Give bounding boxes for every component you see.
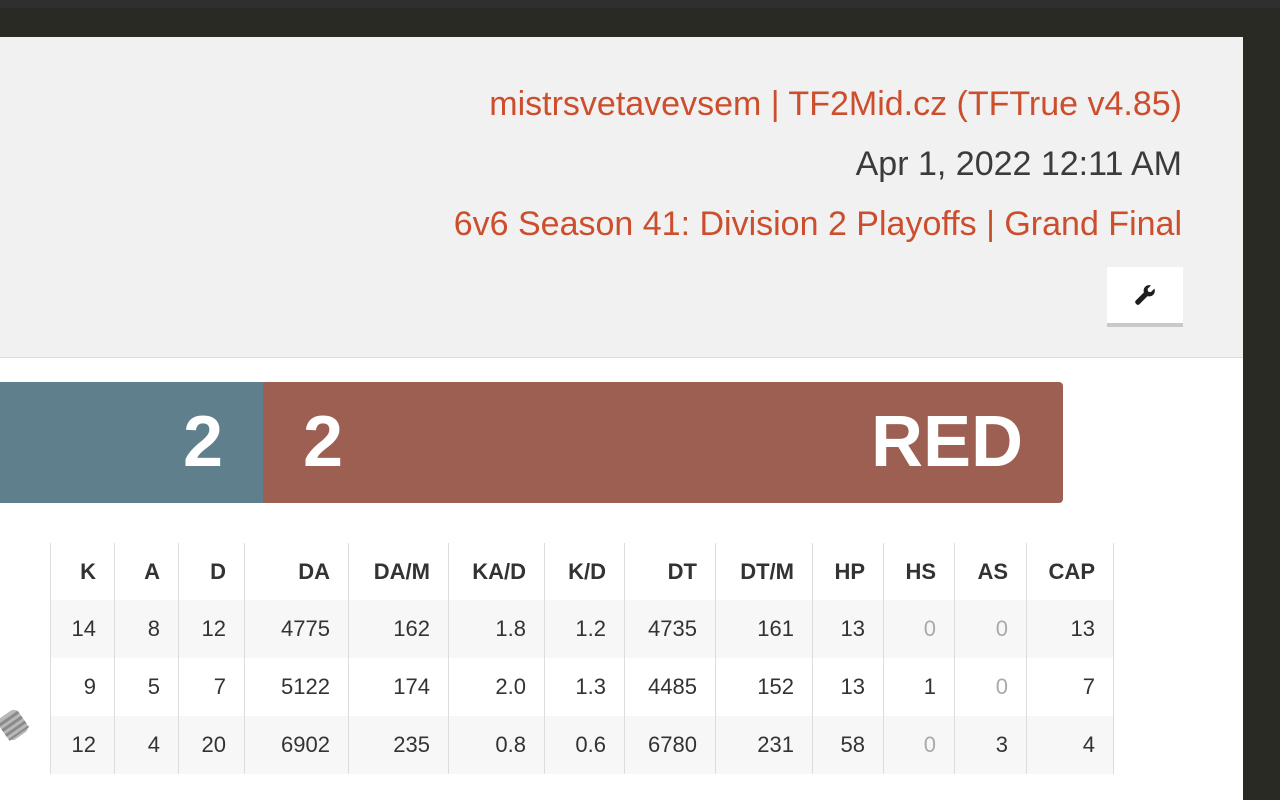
column-header-dt[interactable]: DT xyxy=(624,543,716,600)
player-stats-table: K A D DA DA/M KA/D K/D DT DT/M HP HS AS … xyxy=(50,543,1114,774)
table-cell: 4 xyxy=(114,716,179,774)
table-cell: 3 xyxy=(954,716,1027,774)
table-cell: 231 xyxy=(715,716,813,774)
table-cell: 4 xyxy=(1026,716,1114,774)
table-cell: 14 xyxy=(50,600,115,658)
match-title-text[interactable]: 6v6 Season 41: Division 2 Playoffs | Gra… xyxy=(454,205,1182,243)
table-cell: 0 xyxy=(954,600,1027,658)
table-cell: 0 xyxy=(883,600,955,658)
demoman-icon xyxy=(0,709,30,741)
column-header-k[interactable]: K xyxy=(50,543,115,600)
column-header-kd[interactable]: K/D xyxy=(544,543,625,600)
table-cell: 5122 xyxy=(244,658,349,716)
table-cell: 7 xyxy=(178,658,245,716)
column-header-dtm[interactable]: DT/M xyxy=(715,543,813,600)
red-team-name: RED xyxy=(870,402,1023,482)
column-header-dam[interactable]: DA/M xyxy=(348,543,449,600)
column-header-hp[interactable]: HP xyxy=(812,543,884,600)
table-cell: 0.8 xyxy=(448,716,545,774)
table-cell: 162 xyxy=(348,600,449,658)
table-cell: 12 xyxy=(178,600,245,658)
blu-score: 2 xyxy=(182,402,223,482)
table-cell: 0 xyxy=(954,658,1027,716)
column-header-cap[interactable]: CAP xyxy=(1026,543,1114,600)
column-header-d[interactable]: D xyxy=(178,543,245,600)
table-cell: 1.2 xyxy=(544,600,625,658)
table-cell: 174 xyxy=(348,658,449,716)
table-cell: 6902 xyxy=(244,716,349,774)
match-date: Apr 1, 2022 12:11 AM xyxy=(855,145,1182,183)
stats-header-row: K A D DA DA/M KA/D K/D DT DT/M HP HS AS … xyxy=(50,543,1114,600)
table-cell: 0 xyxy=(883,716,955,774)
table-cell: 1 xyxy=(883,658,955,716)
table-cell: 161 xyxy=(715,600,813,658)
column-header-da[interactable]: DA xyxy=(244,543,349,600)
column-header-a[interactable]: A xyxy=(114,543,179,600)
log-header: mistrsvetavevsem | TF2Mid.cz (TFTrue v4.… xyxy=(0,37,1243,358)
table-cell: 12 xyxy=(50,716,115,774)
table-cell: 4485 xyxy=(624,658,716,716)
table-row: 12 4 20 6902 235 0.8 0.6 6780 231 58 0 3… xyxy=(50,716,1114,774)
table-cell: 9 xyxy=(50,658,115,716)
table-cell: 4775 xyxy=(244,600,349,658)
table-cell: 58 xyxy=(812,716,884,774)
table-cell: 2.0 xyxy=(448,658,545,716)
table-cell: 1.8 xyxy=(448,600,545,658)
table-cell: 8 xyxy=(114,600,179,658)
table-cell: 6780 xyxy=(624,716,716,774)
table-cell: 0.6 xyxy=(544,716,625,774)
table-cell: 4735 xyxy=(624,600,716,658)
table-cell: 13 xyxy=(812,600,884,658)
table-row: 9 5 7 5122 174 2.0 1.3 4485 152 13 1 0 7 xyxy=(50,658,1114,716)
wrench-icon xyxy=(1135,285,1155,305)
table-cell: 20 xyxy=(178,716,245,774)
table-cell: 152 xyxy=(715,658,813,716)
red-score: 2 xyxy=(303,402,344,482)
table-cell: 235 xyxy=(348,716,449,774)
match-title-link[interactable]: 6v6 Season 41: Division 2 Playoffs | Gra… xyxy=(454,205,1182,244)
column-header-kad[interactable]: KA/D xyxy=(448,543,545,600)
window-top-bar xyxy=(0,0,1280,8)
table-cell: 13 xyxy=(812,658,884,716)
table-cell: 5 xyxy=(114,658,179,716)
red-score-bar: 2 RED xyxy=(263,382,1063,503)
table-row: 14 8 12 4775 162 1.8 1.2 4735 161 13 0 0… xyxy=(50,600,1114,658)
blu-score-bar: 2 xyxy=(0,382,263,503)
server-name-text[interactable]: mistrsvetavevsem | TF2Mid.cz (TFTrue v4.… xyxy=(489,85,1182,123)
table-cell: 7 xyxy=(1026,658,1114,716)
column-header-as[interactable]: AS xyxy=(954,543,1027,600)
table-cell: 1.3 xyxy=(544,658,625,716)
column-header-hs[interactable]: HS xyxy=(883,543,955,600)
table-cell: 13 xyxy=(1026,600,1114,658)
tools-button[interactable] xyxy=(1107,267,1183,327)
server-name-link[interactable]: mistrsvetavevsem | TF2Mid.cz (TFTrue v4.… xyxy=(489,85,1182,124)
